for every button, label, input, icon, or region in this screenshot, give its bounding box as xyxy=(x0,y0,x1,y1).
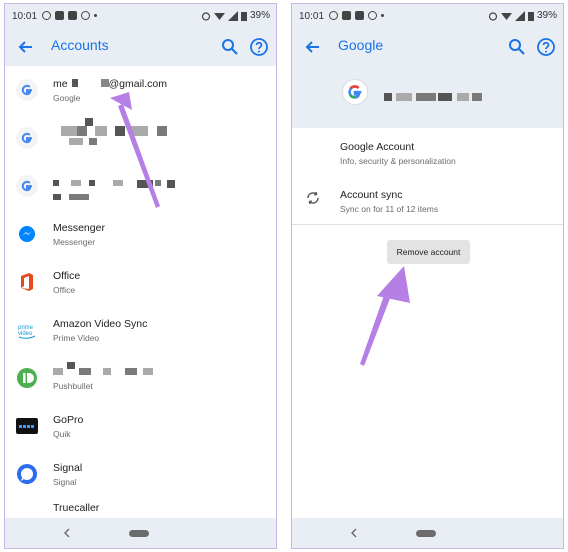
account-type: Prime Video xyxy=(53,333,100,343)
nav-home-pill[interactable] xyxy=(129,530,149,537)
google-icon xyxy=(342,79,368,105)
wifi-icon xyxy=(500,12,512,20)
account-type: Signal xyxy=(53,477,77,487)
battery-icon xyxy=(527,11,534,21)
instagram-icon xyxy=(68,11,77,20)
battery-level: 39% xyxy=(536,10,557,21)
back-arrow-icon[interactable] xyxy=(303,37,323,57)
account-options: Google Account Info, security & personal… xyxy=(292,128,563,224)
account-header xyxy=(292,66,563,128)
status-bar: 10:01 39% xyxy=(5,4,276,28)
settings-notification-icon xyxy=(368,11,377,20)
navigation-bar xyxy=(292,518,563,548)
divider xyxy=(292,224,563,225)
accounts-list: me @gmail.com Google Messenger Messenger… xyxy=(5,66,276,546)
nav-home-pill[interactable] xyxy=(416,530,436,537)
app-bar: Google xyxy=(292,28,563,66)
account-title: Office xyxy=(53,270,81,282)
account-title: Truecaller xyxy=(53,502,100,514)
account-title: Messenger xyxy=(53,222,105,234)
account-sync-title: Account sync xyxy=(340,189,403,201)
status-bar: 10:01 39% xyxy=(292,4,563,28)
battery-icon xyxy=(240,11,247,21)
office-icon xyxy=(21,273,33,291)
back-arrow-icon[interactable] xyxy=(16,37,36,57)
app-bar: Accounts xyxy=(5,28,276,66)
account-email-prefix: me xyxy=(53,78,68,90)
signal-icon xyxy=(17,464,37,484)
more-notifications-icon xyxy=(381,14,384,17)
signal-strength-icon xyxy=(514,10,525,21)
navigation-bar xyxy=(5,518,276,548)
status-time: 10:01 xyxy=(299,11,325,22)
account-row-gopro[interactable]: GoPro Quik xyxy=(5,402,276,450)
account-title: Signal xyxy=(53,462,83,474)
account-type: Messenger xyxy=(53,237,96,247)
google-icon xyxy=(16,175,38,197)
page-title: Google xyxy=(338,37,384,53)
account-type: Quik xyxy=(53,429,71,439)
nav-back-icon[interactable] xyxy=(61,526,73,540)
messenger-icon xyxy=(19,226,35,242)
account-email-domain: @gmail.com xyxy=(108,78,168,90)
help-icon[interactable] xyxy=(249,37,269,57)
app-notification-icon xyxy=(342,11,351,20)
account-row-gmail[interactable]: me @gmail.com Google xyxy=(5,66,276,114)
account-row-google-redacted[interactable] xyxy=(5,114,276,162)
account-type: Pushbullet xyxy=(53,381,93,391)
gopro-icon xyxy=(16,418,38,434)
notification-icon xyxy=(329,11,338,20)
account-row-messenger[interactable]: Messenger Messenger xyxy=(5,210,276,258)
more-notifications-icon xyxy=(94,14,97,17)
search-icon[interactable] xyxy=(220,37,240,57)
battery-level: 39% xyxy=(249,10,270,21)
account-row-pushbullet[interactable]: Pushbullet xyxy=(5,354,276,402)
help-icon[interactable] xyxy=(536,37,556,57)
svg-text:video: video xyxy=(18,331,33,337)
google-account-subtitle: Info, security & personalization xyxy=(340,156,456,166)
account-type: Google xyxy=(53,93,81,103)
prime-video-icon: prime video xyxy=(18,325,36,339)
notification-icon xyxy=(42,11,51,20)
instagram-icon xyxy=(355,11,364,20)
account-sync-item[interactable]: Account sync Sync on for 11 of 12 items xyxy=(292,176,563,224)
search-icon[interactable] xyxy=(507,37,527,57)
page-title: Accounts xyxy=(51,37,109,53)
account-title: Amazon Video Sync xyxy=(53,318,148,330)
accounts-screen: 10:01 39% Accounts me @gmail.com Google … xyxy=(4,3,277,549)
remove-account-button[interactable]: Remove account xyxy=(387,240,470,264)
account-row-signal[interactable]: Signal Signal xyxy=(5,450,276,498)
alarm-icon xyxy=(488,11,498,21)
account-type: Office xyxy=(53,285,76,295)
account-sync-subtitle: Sync on for 11 of 12 items xyxy=(340,204,439,214)
google-account-screen: 10:01 39% Google Google Account Info, se… xyxy=(291,3,564,549)
google-icon xyxy=(16,79,38,101)
alarm-icon xyxy=(201,11,211,21)
sync-icon xyxy=(307,191,319,205)
app-notification-icon xyxy=(55,11,64,20)
account-title: GoPro xyxy=(53,414,84,426)
google-account-item[interactable]: Google Account Info, security & personal… xyxy=(292,128,563,176)
status-time: 10:01 xyxy=(12,11,38,22)
google-icon xyxy=(16,127,38,149)
settings-notification-icon xyxy=(81,11,90,20)
wifi-icon xyxy=(213,12,225,20)
account-row-google-redacted-2[interactable] xyxy=(5,162,276,210)
google-account-title: Google Account xyxy=(340,141,415,153)
account-row-prime-video[interactable]: prime video Amazon Video Sync Prime Vide… xyxy=(5,306,276,354)
account-row-office[interactable]: Office Office xyxy=(5,258,276,306)
nav-back-icon[interactable] xyxy=(348,526,360,540)
signal-strength-icon xyxy=(227,10,238,21)
pushbullet-icon xyxy=(17,368,37,388)
